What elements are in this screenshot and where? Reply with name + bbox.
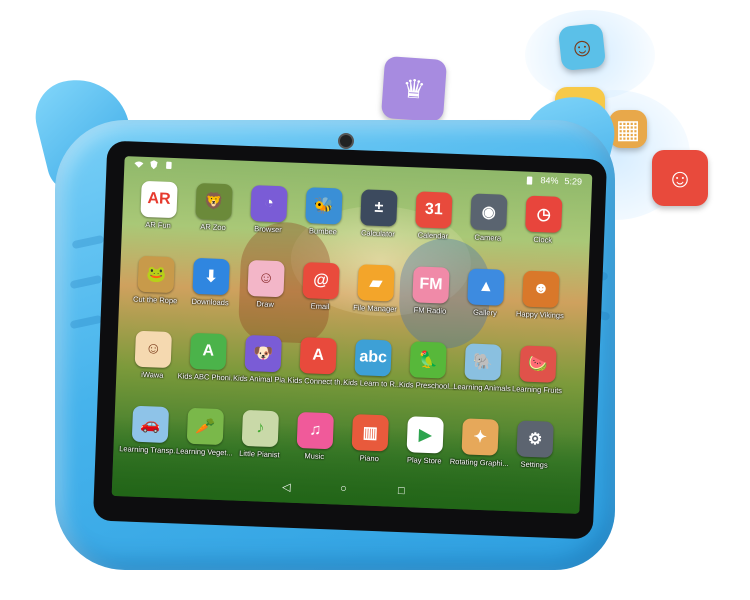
puzzle-icon: ▦	[609, 110, 647, 148]
app-label: Learning Fruits	[511, 384, 563, 396]
app-clock[interactable]: ◷ Clock	[511, 195, 577, 245]
kids-learn-icon: abc	[354, 339, 392, 377]
shield-icon	[149, 160, 158, 170]
app-happy-vikings[interactable]: ☻ Happy Vikings	[508, 270, 574, 320]
app-label: Happy Vikings	[515, 309, 564, 321]
music-icon: ♫	[296, 411, 334, 450]
kids-abc-phonics-icon: A	[189, 332, 227, 371]
notification-icon	[164, 161, 173, 170]
file-manager-icon: ▰	[357, 264, 395, 302]
bumbee-icon: 🐝	[305, 187, 343, 225]
app-label: Clock	[533, 234, 553, 245]
calendar-icon: 31	[415, 191, 453, 229]
app-learning-fruits[interactable]: 🍉 Learning Fruits	[505, 345, 571, 395]
downloads-icon: ⬇	[192, 257, 230, 296]
settings-icon: ⚙	[516, 420, 554, 458]
piano-icon: ▥	[351, 414, 389, 452]
home-screen[interactable]: 84% 5:29 AR AR Fun 🦁 AR Zoo ◔ Browser 🐝 Bumbee ±…	[111, 156, 593, 514]
recent-apps-icon[interactable]: □	[398, 485, 405, 497]
email-icon: @	[302, 262, 340, 300]
crown-icon: ♛	[380, 55, 448, 123]
cut-the-rope-icon: 🐸	[137, 255, 175, 294]
browser-icon: ◔	[250, 185, 288, 223]
draw-icon: ☺	[247, 259, 285, 298]
gallery-icon: ▲	[467, 268, 505, 306]
camera-icon: ◉	[470, 193, 508, 231]
clock-time: 5:29	[564, 176, 583, 187]
clock-icon: ◷	[525, 195, 563, 233]
little-pianist-icon: ♪	[241, 409, 280, 448]
app-settings[interactable]: ⚙ Settings	[502, 420, 568, 470]
learning-animals-icon: 🐘	[464, 343, 502, 381]
fm-radio-icon: FM	[412, 266, 450, 304]
kids-animal-piano-icon: 🐶	[244, 334, 282, 373]
rotating-graphics-icon: ✦	[461, 418, 499, 456]
home-icon[interactable]: ○	[340, 483, 347, 495]
kid-face-icon: ☺	[557, 22, 607, 72]
kids-connect-icon: A	[299, 337, 337, 375]
front-camera-icon	[338, 133, 354, 149]
iwawa-icon: ☺	[134, 330, 172, 369]
wifi-icon	[134, 160, 144, 169]
learning-vegetables-icon: 🥕	[186, 407, 225, 446]
ar-zoo-icon: 🦁	[195, 182, 233, 221]
learning-transport-icon: 🚗	[131, 405, 170, 444]
kids-preschool-icon: 🦜	[409, 341, 447, 379]
back-icon[interactable]: ◁	[282, 480, 291, 493]
product-image: ♛ ☺ ☺ ◉ ▦ 🎤 ☺ ▤	[0, 0, 750, 600]
battery-level: 84%	[540, 175, 559, 186]
ar-fun-icon: AR	[140, 180, 178, 219]
happy-vikings-icon: ☻	[522, 270, 560, 308]
play-store-icon: ▶	[406, 416, 444, 454]
kid-face-icon: ☺	[652, 150, 708, 206]
calculator-icon: ±	[360, 189, 398, 227]
battery-icon	[525, 175, 534, 185]
learning-fruits-icon: 🍉	[519, 345, 557, 383]
